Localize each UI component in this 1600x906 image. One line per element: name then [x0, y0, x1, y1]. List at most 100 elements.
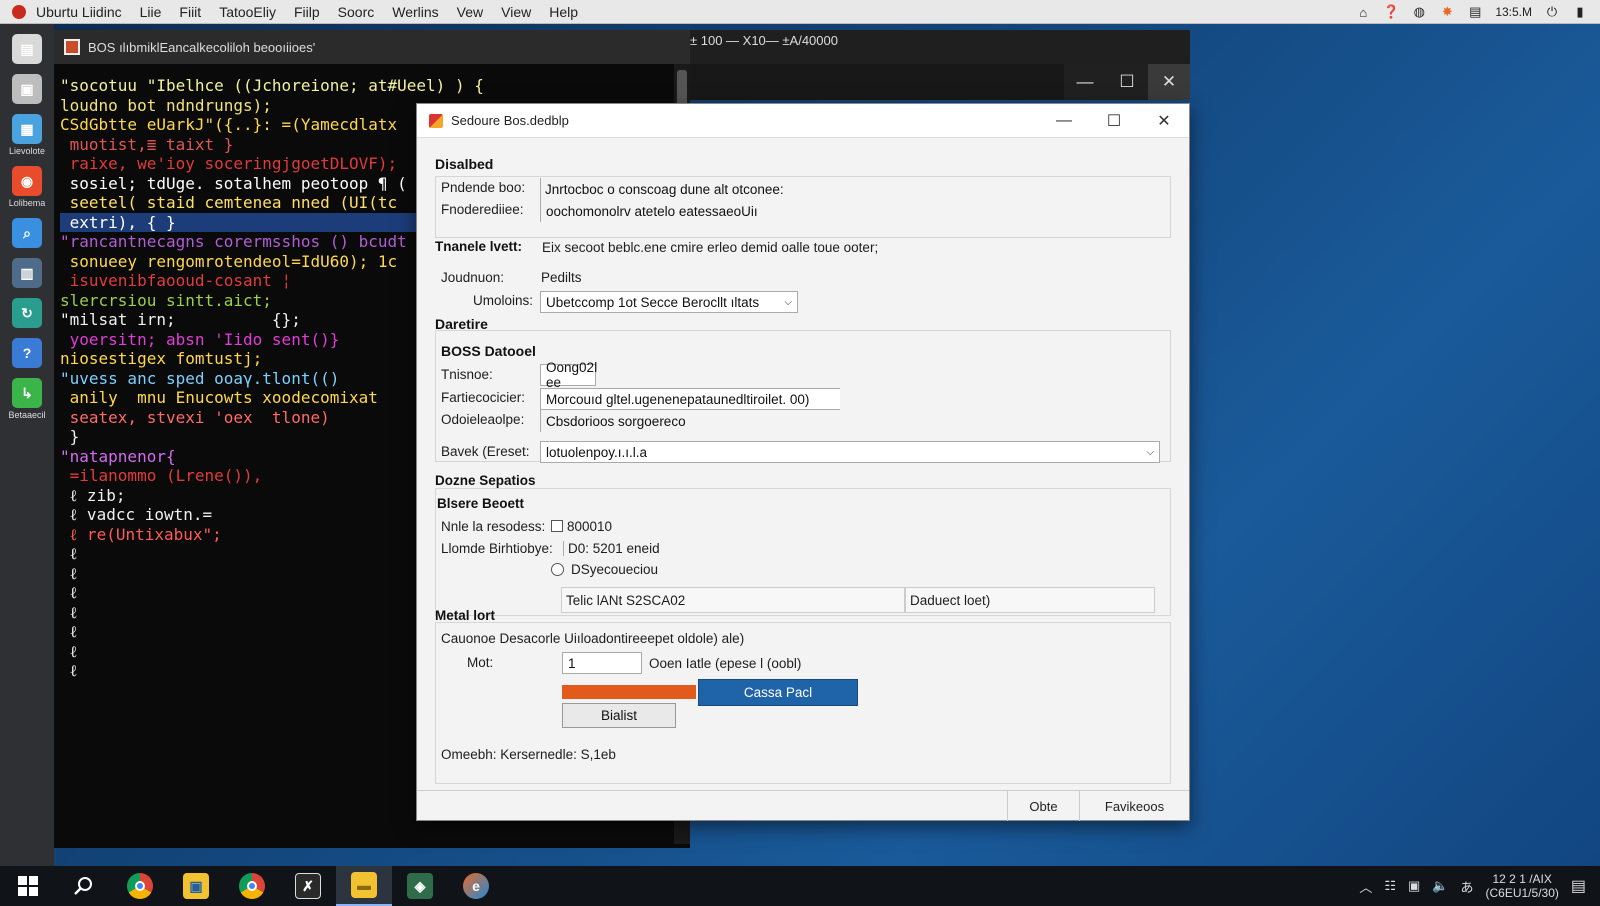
dozne-column-1[interactable]: Telic lANt S2SCA02 [561, 587, 905, 613]
metal-description: Cauonoe Desacorle Uiıloadontireeepet old… [441, 631, 745, 646]
umoloins-dropdown-value: Ubetccomp 1ot Secce Berocllt ıltats [546, 294, 760, 310]
bg-close-button[interactable]: ✕ [1148, 64, 1190, 100]
section-dozne-heading: Dozne Sepatios [435, 473, 536, 488]
dozne-subheading: Blsere Beoett [437, 496, 525, 511]
menubar-clock[interactable]: 13:5.M [1495, 5, 1532, 19]
left-dock: ▤ ▣ ▦ Lievolote ◉ Lolibema ⌕ ▥ ↻? ↳ Betaaecil [0, 24, 54, 866]
dialog-close-button[interactable]: ✕ [1139, 104, 1189, 138]
dialog-footer: Obte Favikeoos [417, 790, 1189, 821]
tnisnoe-field[interactable]: Oong02ǀ ee [540, 360, 598, 390]
terminal-app-icon [64, 39, 80, 55]
menu-item-6[interactable]: Werlins [383, 4, 447, 20]
dock-item-6[interactable]: ▥ [2, 258, 52, 288]
dock-item-4[interactable]: ◉ Lolibema [2, 166, 52, 208]
tranale-label: Tnanele lvett: [435, 239, 523, 254]
dock-item-label: Lolibema [8, 198, 46, 208]
umoloins-dropdown[interactable]: Ubetccomp 1ot Secce Berocllt ıltats ⌵ [540, 291, 798, 313]
dsyecoueciou-radio[interactable] [551, 563, 564, 576]
menu-item-1[interactable]: Liie [131, 4, 171, 20]
app-icon: ↳ [12, 378, 42, 408]
chevron-up-icon[interactable]: ︿ [1359, 877, 1372, 896]
taskbar-file-explorer[interactable]: ▬ [336, 866, 392, 906]
dock-item-8[interactable]: ? [2, 338, 52, 368]
power-icon[interactable]: ⏻ [1544, 4, 1560, 20]
taskbar-clock[interactable]: 12 2 1 /AIX (C6EU1/5/30) [1486, 872, 1559, 900]
bavek-dropdown[interactable]: lotuolenpoy.ı.ı.l.a ⌵ [540, 441, 1160, 463]
cassa-pacl-button[interactable]: Cassa Pacl [698, 679, 858, 706]
network-icon[interactable]: ☷ [1384, 878, 1396, 894]
help-circle-icon[interactable]: ❓ [1383, 4, 1399, 20]
chevron-down-icon: ⌵ [1146, 446, 1154, 458]
favikeoos-button[interactable]: Favikeoos [1079, 791, 1189, 821]
odoieleaolpe-label: Odoieleaolpe: [441, 412, 525, 427]
globe-icon[interactable]: ◍ [1411, 4, 1427, 20]
home-icon[interactable]: ⌂ [1355, 4, 1371, 20]
settings-dialog[interactable]: Sedoure Bos.dedblp — ☐ ✕ Disalbed Pndend… [416, 103, 1190, 821]
app-logo-icon[interactable] [12, 4, 26, 19]
folder-icon: ▬ [351, 872, 377, 898]
dialog-minimize-button[interactable]: — [1039, 104, 1089, 138]
bg-minimize-button[interactable]: — [1064, 64, 1106, 100]
taskbar: ▣ ✗ ▬ ◈ e ︿ ☷ ▣ 🔈 あ 12 2 1 /AIX (C6EU1/5… [0, 866, 1600, 906]
app-icon: ◈ [407, 873, 433, 899]
puzzle-icon[interactable]: ✸ [1439, 4, 1455, 20]
start-button[interactable] [0, 866, 56, 906]
taskbar-clock-date: (C6EU1/5/30) [1485, 886, 1559, 900]
dsyecoueciou-label: DSyecoueciou [571, 562, 659, 577]
taskbar-search-button[interactable] [56, 866, 112, 906]
battery-icon[interactable]: ▮ [1572, 4, 1588, 20]
obte-button[interactable]: Obte [1007, 791, 1079, 821]
language-icon[interactable]: あ [1460, 877, 1473, 896]
bialist-button[interactable]: Bialist [562, 703, 676, 728]
search-icon [74, 877, 92, 895]
menu-item-help[interactable]: Help [540, 4, 587, 20]
menu-item-7[interactable]: Vew [448, 4, 492, 20]
taskbar-chrome-1[interactable] [112, 866, 168, 906]
disabled-label-1: Pndende boo: [441, 180, 526, 195]
dock-item-7[interactable]: ↻ [2, 298, 52, 328]
fartiecocicier-field[interactable]: Morcouıd gltel.ugenenepataunedltiroilet.… [540, 388, 840, 410]
menu-item-5[interactable]: Soorc [329, 4, 384, 20]
chrome-icon [239, 873, 265, 899]
dock-item-1[interactable]: ▤ [2, 34, 52, 64]
menu-item-3[interactable]: TatooEliy [210, 4, 285, 20]
dialog-maximize-button[interactable]: ☐ [1089, 104, 1139, 138]
keyboard-icon[interactable]: ▤ [1467, 4, 1483, 20]
notifications-icon[interactable]: ▤ [1571, 876, 1586, 896]
joudnuon-label: Joudnuon: [441, 270, 505, 285]
terminal-title-bar[interactable]: BOS ılıbmiklEancalkecoliloh beooıiioes' [54, 30, 690, 64]
dock-item-9[interactable]: ↳ Betaaecil [2, 378, 52, 420]
help-icon: ? [12, 338, 42, 368]
bg-maximize-button[interactable]: ☐ [1106, 64, 1148, 100]
volume-icon[interactable]: 🔈 [1432, 878, 1448, 894]
menu-item-4[interactable]: Fiilp [285, 4, 329, 20]
nnle-checkbox[interactable] [551, 520, 563, 532]
menu-item-2[interactable]: Fiiit [170, 4, 210, 20]
browser-icon: e [463, 873, 489, 899]
bg-window-title: ± 100 — X10— ±A/40000 [690, 33, 838, 48]
dock-item-2[interactable]: ▣ [2, 74, 52, 104]
windows-icon [18, 876, 38, 896]
taskbar-clock-time: 12 2 1 /AIX [1492, 872, 1552, 886]
menu-app-name[interactable]: Uburtu Liidinc [34, 4, 131, 20]
menu-item-8[interactable]: View [492, 4, 540, 20]
metal-progress-bar [562, 685, 696, 699]
dock-item-3[interactable]: ▦ Lievolote [2, 114, 52, 156]
taskbar-chrome-2[interactable] [224, 866, 280, 906]
taskbar-media[interactable]: ✗ [280, 866, 336, 906]
dialog-title-bar[interactable]: Sedoure Bos.dedblp — ☐ ✕ [417, 104, 1189, 138]
taskbar-edge[interactable]: e [448, 866, 504, 906]
display-icon[interactable]: ▣ [1408, 878, 1420, 894]
dozne-column-2[interactable]: Daduect loet) [905, 587, 1155, 613]
mot-hint: Ooen Iatle (epese l (oobl) [649, 656, 802, 671]
dozne-column-1-text: Telic lANt S2SCA02 [566, 592, 686, 608]
taskbar-app[interactable]: ◈ [392, 866, 448, 906]
taskbar-store[interactable]: ▣ [168, 866, 224, 906]
section-metal-heading: Metal lort [435, 608, 496, 623]
disabled-value-1: Jnrtocboc o conscoag dune alt otconee: [545, 181, 784, 197]
chrome-icon [127, 873, 153, 899]
dozne-column-2-text: Daduect loet) [910, 592, 991, 608]
mot-input[interactable]: 1 [562, 652, 642, 674]
dock-item-5[interactable]: ⌕ [2, 218, 52, 248]
llomde-value: D0: 5201 eneid [563, 541, 660, 556]
